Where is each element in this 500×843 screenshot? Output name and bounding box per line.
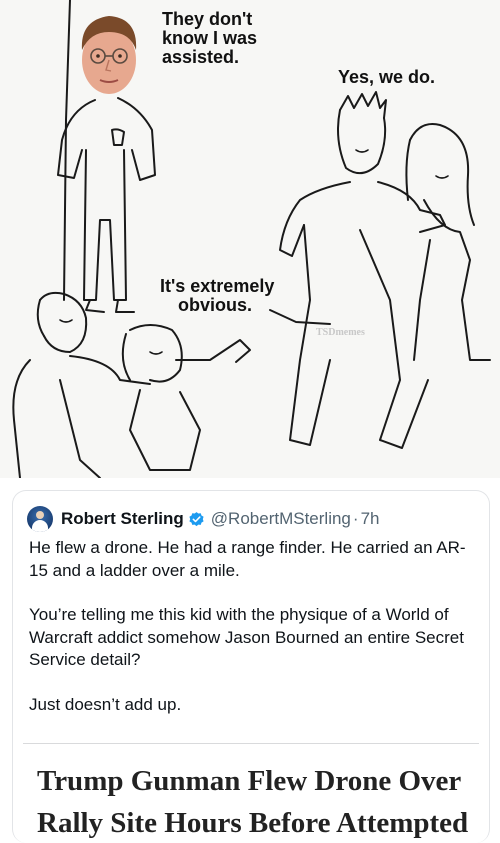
speech-text-bottom: It's extremely obvious. bbox=[160, 277, 310, 315]
tweet-header: Robert Sterling @RobertMSterling · 7h bbox=[27, 504, 379, 534]
speech-text-top-left: They don't know I was assisted. bbox=[162, 10, 282, 67]
tweet-text: He flew a drone. He had a range finder. … bbox=[29, 537, 477, 738]
speech-line: assisted. bbox=[162, 46, 240, 67]
speech-line: It's extremely bbox=[160, 276, 275, 296]
speech-line: They don't bbox=[162, 9, 253, 29]
watermark-text: TSDmemes bbox=[316, 327, 365, 338]
article-preview-card[interactable]: Trump Gunman Flew Drone Over Rally Site … bbox=[23, 743, 479, 843]
tweet-paragraph: You’re telling me this kid with the phys… bbox=[29, 605, 464, 669]
tweet-paragraph: Just doesn’t add up. bbox=[29, 694, 182, 714]
author-name[interactable]: Robert Sterling bbox=[61, 509, 184, 529]
speech-line: obvious. bbox=[178, 294, 253, 315]
article-headline: Trump Gunman Flew Drone Over Rally Site … bbox=[37, 765, 469, 839]
tweet-timestamp[interactable]: 7h bbox=[361, 509, 380, 529]
tweet-card[interactable]: Robert Sterling @RobertMSterling · 7h He… bbox=[12, 490, 490, 843]
avatar[interactable] bbox=[27, 506, 53, 532]
speech-text-top-right: Yes, we do. bbox=[338, 67, 436, 87]
author-handle[interactable]: @RobertMSterling bbox=[211, 509, 351, 529]
separator-dot: · bbox=[352, 509, 359, 528]
tweet-paragraph: He flew a drone. He had a range finder. … bbox=[29, 538, 466, 580]
verified-badge-icon bbox=[189, 511, 204, 526]
photo-face-overlay bbox=[81, 16, 137, 94]
speech-line: know I was bbox=[162, 27, 258, 48]
meme-image: They don't know I was assisted. Yes, we … bbox=[0, 0, 500, 478]
